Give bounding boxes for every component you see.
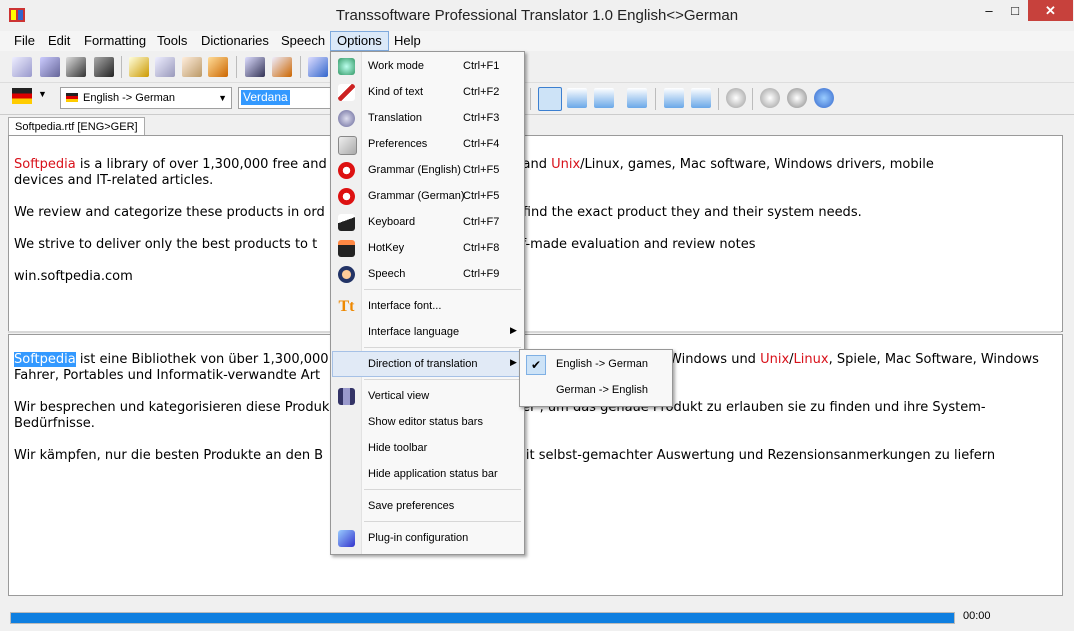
target-paragraph-2-line2: Bedürfnisse. bbox=[14, 416, 95, 431]
plugin-icon bbox=[338, 530, 355, 547]
cut-icon[interactable] bbox=[129, 57, 149, 77]
menu-dictionaries[interactable]: Dictionaries bbox=[195, 31, 275, 51]
close-button[interactable]: ✕ bbox=[1028, 0, 1073, 21]
checkmark-icon: ✔ bbox=[526, 355, 546, 375]
save-icon[interactable] bbox=[66, 57, 86, 77]
font-icon: Tt bbox=[338, 298, 355, 315]
chevron-down-icon[interactable]: ▼ bbox=[38, 89, 47, 99]
menu-item-hide-application-status-bar[interactable]: Hide application status bar bbox=[333, 462, 522, 486]
menu-item-interface-font[interactable]: Tt Interface font... bbox=[333, 294, 522, 318]
title-bar: Transsoftware Professional Translator 1.… bbox=[0, 0, 1074, 31]
indent-increase-icon[interactable] bbox=[691, 88, 711, 108]
source-paragraph-3: We strive to deliver only the best produ… bbox=[14, 237, 756, 252]
gears-icon bbox=[338, 58, 355, 75]
menu-edit[interactable]: Edit bbox=[42, 31, 76, 51]
undo-icon[interactable] bbox=[208, 57, 228, 77]
font-color-icon[interactable] bbox=[760, 88, 780, 108]
menu-item-grammar-english[interactable]: Grammar (English) Ctrl+F5 bbox=[333, 158, 522, 182]
menu-item-plugin-configuration[interactable]: Plug-in configuration bbox=[333, 526, 522, 550]
checklist-icon bbox=[338, 136, 357, 155]
progress-fill bbox=[11, 613, 954, 623]
font-name-value: Verdana bbox=[241, 90, 290, 105]
paste-icon[interactable] bbox=[182, 57, 202, 77]
menu-item-save-preferences[interactable]: Save preferences bbox=[333, 494, 522, 518]
font-select[interactable]: Verdana bbox=[238, 87, 332, 109]
translate-icon[interactable] bbox=[308, 57, 328, 77]
menu-item-kind-of-text[interactable]: Kind of text Ctrl+F2 bbox=[333, 80, 522, 104]
status-time: 00:00 bbox=[963, 610, 991, 622]
target-paragraph-3: Wir kämpfen, nur die besten Produkte an … bbox=[14, 448, 996, 463]
menu-item-vertical-view[interactable]: Vertical view bbox=[333, 384, 522, 408]
window-title: Transsoftware Professional Translator 1.… bbox=[335, 7, 739, 24]
source-paragraph-1-line2: devices and IT-related articles. bbox=[14, 173, 214, 188]
find-icon[interactable] bbox=[245, 57, 265, 77]
menu-item-keyboard[interactable]: Keyboard Ctrl+F7 bbox=[333, 210, 522, 234]
menu-formatting[interactable]: Formatting bbox=[78, 31, 152, 51]
keyboard-icon bbox=[338, 214, 355, 231]
minimize-button[interactable]: – bbox=[976, 0, 1002, 21]
pen-icon bbox=[338, 84, 355, 101]
grammar-icon bbox=[338, 162, 355, 179]
submenu-arrow-icon: ▶ bbox=[510, 357, 517, 367]
speech-icon bbox=[338, 266, 355, 283]
progress-bar bbox=[10, 612, 955, 624]
menu-item-interface-language[interactable]: Interface language ▶ bbox=[333, 320, 522, 344]
menu-item-preferences[interactable]: Preferences Ctrl+F4 bbox=[333, 132, 522, 156]
sort-az-icon[interactable] bbox=[726, 88, 746, 108]
direction-submenu: ✔ English -> German German -> English bbox=[519, 349, 673, 407]
list-icon[interactable] bbox=[627, 88, 647, 108]
hotkey-icon bbox=[338, 240, 355, 257]
align-right-icon[interactable] bbox=[594, 88, 614, 108]
menu-item-grammar-german[interactable]: Grammar (German) Ctrl+F5 bbox=[333, 184, 522, 208]
align-left-icon[interactable] bbox=[538, 87, 562, 111]
menu-item-direction-of-translation[interactable]: Direction of translation ▶ bbox=[332, 351, 523, 377]
source-paragraph-1: Softpedia is a library of over 1,300,000… bbox=[14, 157, 934, 172]
flag-icon[interactable] bbox=[12, 88, 32, 104]
menu-help[interactable]: Help bbox=[388, 31, 427, 51]
source-editor[interactable]: Softpedia is a library of over 1,300,000… bbox=[8, 135, 1063, 332]
vertical-view-icon bbox=[338, 388, 355, 405]
open-file-icon[interactable] bbox=[40, 57, 60, 77]
menu-item-work-mode[interactable]: Work mode Ctrl+F1 bbox=[333, 54, 522, 78]
menu-item-hide-toolbar[interactable]: Hide toolbar bbox=[333, 436, 522, 460]
gear-icon bbox=[338, 110, 355, 127]
print-icon[interactable] bbox=[94, 57, 114, 77]
source-paragraph-2: We review and categorize these products … bbox=[14, 205, 862, 220]
grammar-icon bbox=[338, 188, 355, 205]
copy-icon[interactable] bbox=[155, 57, 175, 77]
main-toolbar bbox=[0, 52, 1074, 83]
submenu-item-german-english[interactable]: German -> English bbox=[522, 378, 669, 402]
menu-options[interactable]: Options bbox=[330, 31, 389, 51]
menu-bar: File Edit Formatting Tools Dictionaries … bbox=[0, 31, 1074, 51]
menu-item-translation[interactable]: Translation Ctrl+F3 bbox=[333, 106, 522, 130]
submenu-item-english-german[interactable]: ✔ English -> German bbox=[522, 352, 669, 376]
editor-splitter[interactable] bbox=[8, 331, 1061, 333]
indent-decrease-icon[interactable] bbox=[664, 88, 684, 108]
language-pair-value: English -> German bbox=[83, 92, 176, 104]
new-file-icon[interactable] bbox=[12, 57, 32, 77]
document-tab[interactable]: Softpedia.rtf [ENG>GER] bbox=[8, 117, 145, 136]
uk-flag-icon bbox=[66, 93, 78, 102]
background-color-icon[interactable] bbox=[814, 88, 834, 108]
submenu-arrow-icon: ▶ bbox=[510, 325, 517, 335]
replace-icon[interactable] bbox=[272, 57, 292, 77]
menu-file[interactable]: File bbox=[8, 31, 41, 51]
menu-item-show-editor-status-bars[interactable]: Show editor status bars bbox=[333, 410, 522, 434]
options-menu: Work mode Ctrl+F1 Kind of text Ctrl+F2 T… bbox=[330, 51, 525, 555]
maximize-button[interactable]: □ bbox=[1002, 0, 1028, 21]
chevron-down-icon: ▼ bbox=[218, 93, 227, 103]
menu-item-speech[interactable]: Speech Ctrl+F9 bbox=[333, 262, 522, 286]
menu-item-hotkey[interactable]: HotKey Ctrl+F8 bbox=[333, 236, 522, 260]
source-paragraph-4: win.softpedia.com bbox=[14, 269, 133, 284]
language-pair-select[interactable]: English -> German ▼ bbox=[60, 87, 232, 109]
highlight-icon[interactable] bbox=[787, 88, 807, 108]
menu-tools[interactable]: Tools bbox=[151, 31, 193, 51]
menu-speech[interactable]: Speech bbox=[275, 31, 331, 51]
align-center-icon[interactable] bbox=[567, 88, 587, 108]
